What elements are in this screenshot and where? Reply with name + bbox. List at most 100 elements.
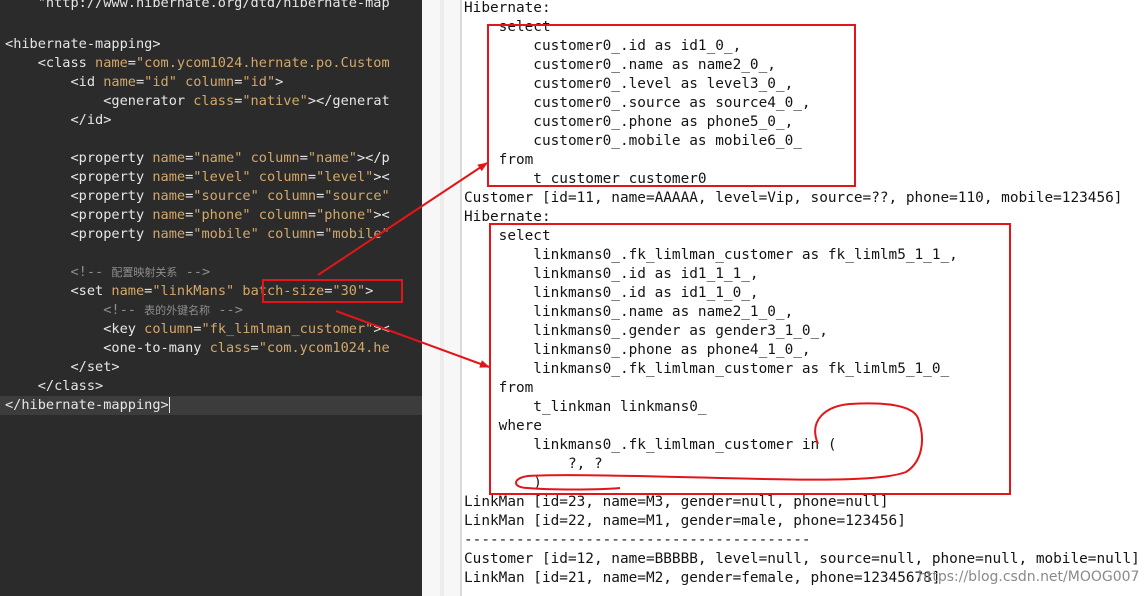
code-token: >< xyxy=(373,207,390,223)
editor-line[interactable]: <!-- 表的外键名称 --> xyxy=(5,301,243,320)
code-token: "level" xyxy=(316,169,374,185)
code-token: "native" xyxy=(242,93,308,109)
code-token: column xyxy=(266,188,317,204)
editor-line[interactable]: </id> xyxy=(5,111,111,130)
editor-line[interactable]: <id name="id" column="id"> xyxy=(5,73,283,92)
code-token: "mobile" xyxy=(193,226,259,242)
code-token: "source" xyxy=(193,188,259,204)
editor-line[interactable]: <property name="mobile" column="mobile" xyxy=(5,225,390,244)
code-token: "phone" xyxy=(316,207,374,223)
code-token: hibernate-mapping xyxy=(21,397,161,413)
code-token: "mobile" xyxy=(324,226,390,242)
console-line: LinkMan [id=22, name=M1, gender=male, ph… xyxy=(464,513,906,529)
console-line: LinkMan [id=23, name=M3, gender=null, ph… xyxy=(464,494,889,510)
editor-current-line[interactable]: </hibernate-mapping> xyxy=(0,396,422,415)
code-token: < xyxy=(5,188,79,204)
console-line: Hibernate: xyxy=(464,0,560,16)
batch-size-highlight-box xyxy=(262,279,403,303)
code-token: key xyxy=(111,321,145,337)
linkman-query-highlight-box xyxy=(489,223,1011,495)
code-token: >< xyxy=(373,169,390,185)
code-token: "com.ycom1024.hernate.po.Custom xyxy=(135,55,390,71)
code-token: <!-- xyxy=(5,302,145,318)
editor-line[interactable]: "http://www.hibernate.org/dtd/hibernate-… xyxy=(5,0,390,13)
editor-line[interactable]: <property name="source" column="source" xyxy=(5,187,389,206)
editor-line[interactable]: <property name="level" column="level">< xyxy=(5,168,390,187)
code-token: name xyxy=(111,283,145,299)
editor-line[interactable]: <class name="com.ycom1024.hernate.po.Cus… xyxy=(5,54,390,73)
code-token: column xyxy=(144,321,194,337)
code-token: --> xyxy=(177,264,211,280)
code-token: "http://www.hibernate.org/dtd/hibernate-… xyxy=(5,0,390,11)
code-token: set xyxy=(78,283,112,299)
code-token: < xyxy=(5,340,112,356)
csdn-watermark: https://blog.csdn.net/MOOG007 xyxy=(918,569,1140,585)
code-token: </ xyxy=(5,112,87,128)
editor-line[interactable]: <!-- 配置映射关系 --> xyxy=(5,263,210,282)
code-token: name xyxy=(95,55,128,71)
code-token: > xyxy=(160,397,169,413)
code-token: < xyxy=(5,207,79,223)
code-token: ></p xyxy=(356,150,390,166)
code-token: <!-- xyxy=(5,264,112,280)
code-token: = xyxy=(299,150,308,166)
editor-line[interactable]: <one-to-many class="com.ycom1024.he xyxy=(5,339,390,358)
code-token: "id" xyxy=(144,74,177,90)
code-token: ></generat xyxy=(307,93,390,109)
editor-line[interactable]: </class> xyxy=(5,377,103,396)
code-token: class xyxy=(45,55,96,71)
code-token: property xyxy=(78,150,153,166)
code-token: name xyxy=(152,150,186,166)
editor-line[interactable]: <key column="fk_limlman_customer">< xyxy=(5,320,390,339)
code-token: hibernate-mapping xyxy=(13,36,153,52)
console-line: Customer [id=11, name=AAAAA, level=Vip, … xyxy=(464,190,1123,206)
code-token: property xyxy=(78,169,153,185)
code-token: < xyxy=(5,169,79,185)
console-line: LinkMan [id=21, name=M2, gender=female, … xyxy=(464,570,941,586)
code-token: property xyxy=(78,226,153,242)
code-token: column xyxy=(266,226,317,242)
code-token: < xyxy=(5,321,112,337)
code-token: "com.ycom1024.he xyxy=(258,340,390,356)
code-token: "id" xyxy=(242,74,276,90)
code-token: = xyxy=(307,169,317,185)
code-token: name xyxy=(152,169,186,185)
code-token: one-to-many xyxy=(111,340,210,356)
code-token: "phone" xyxy=(193,207,251,223)
code-token: = xyxy=(250,340,259,356)
code-token: "linkMans" xyxy=(152,283,235,299)
code-token: 表的外键名称 xyxy=(144,304,211,317)
code-token: name xyxy=(103,74,136,90)
pane-splitter[interactable] xyxy=(422,0,462,596)
code-token: column xyxy=(250,150,300,166)
code-token: = xyxy=(127,55,136,71)
code-token: < xyxy=(5,55,46,71)
code-token: name xyxy=(152,226,186,242)
code-token: "level" xyxy=(193,169,251,185)
code-token: </ xyxy=(5,359,87,375)
editor-line[interactable]: <property name="phone" column="phone">< xyxy=(5,206,390,225)
code-token: class xyxy=(209,340,251,356)
editor-line[interactable]: <property name="name" column="name"></p xyxy=(5,149,390,168)
editor-line[interactable]: <hibernate-mapping> xyxy=(5,35,161,54)
editor-scrollbar-track[interactable] xyxy=(440,0,444,596)
editor-line[interactable]: <generator class="native"></generat xyxy=(5,92,390,111)
code-token: set xyxy=(86,359,112,375)
code-token: > xyxy=(103,112,112,128)
code-token: = xyxy=(307,207,317,223)
code-token: "name" xyxy=(307,150,357,166)
code-token: </ xyxy=(5,397,22,413)
editor-line[interactable]: </set> xyxy=(5,358,119,377)
code-token: </ xyxy=(5,378,55,394)
customer-query-highlight-box xyxy=(487,24,856,187)
code-token: id xyxy=(86,112,104,128)
code-token: = xyxy=(135,74,145,90)
code-token: > xyxy=(95,378,104,394)
code-token: property xyxy=(78,188,153,204)
code-token: "name" xyxy=(193,150,243,166)
code-token: generator xyxy=(111,93,194,109)
code-token: column xyxy=(185,74,235,90)
